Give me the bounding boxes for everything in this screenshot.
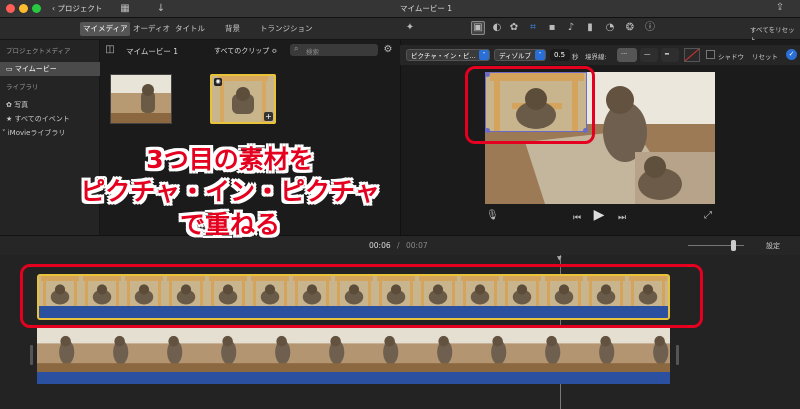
tab-titles[interactable]: タイトル: [172, 22, 208, 36]
tab-my-media[interactable]: マイメディア: [80, 22, 131, 36]
timeline-right-edge: [676, 345, 679, 365]
next-icon[interactable]: ⏭: [617, 212, 627, 224]
previous-icon[interactable]: ⏮: [572, 212, 582, 224]
microphone-icon[interactable]: 🎙: [486, 210, 499, 222]
overlay-mode-select[interactable]: ピクチャ・イン・ピ… ˅: [406, 49, 490, 61]
add-clip-icon[interactable]: +: [264, 112, 273, 121]
filmstrip-frame: [307, 328, 361, 372]
annotation-line-3: で重ねる: [179, 210, 280, 239]
tab-transitions[interactable]: トランジション: [257, 22, 316, 36]
border-dotted-button[interactable]: ···: [617, 48, 637, 62]
photos-icon: ✿: [6, 101, 15, 109]
close-window-button[interactable]: [6, 4, 15, 13]
info-icon[interactable]: ⓘ: [644, 22, 656, 34]
minimize-window-button[interactable]: [19, 4, 28, 13]
back-to-projects-button[interactable]: ‹ プロジェクト: [52, 3, 102, 15]
filmstrip-frame: [145, 328, 199, 372]
duration-unit: 秒: [572, 53, 579, 61]
section-library: ライブラリ: [6, 83, 39, 91]
overlay-clip-highlight-box: [20, 264, 703, 328]
magic-wand-icon[interactable]: ✦: [404, 22, 416, 34]
color-correction-icon[interactable]: ✿: [508, 22, 520, 34]
fullscreen-icon[interactable]: ⤢: [702, 210, 714, 222]
play-icon[interactable]: ▶: [592, 208, 606, 222]
chevron-down-icon: ˅: [535, 50, 545, 60]
search-icon: ⌕: [294, 44, 299, 53]
annotation-line-2: ピクチャ・イン・ピクチャ: [80, 177, 380, 206]
duration-field[interactable]: 0.5: [550, 49, 570, 61]
clip-filter-icon[interactable]: ❂: [624, 22, 636, 34]
stabilization-icon[interactable]: ▪: [546, 22, 558, 34]
title-bar: ‹ プロジェクト ▦ ↓ マイムービー 1 ⇪: [0, 0, 800, 18]
filmstrip-frame: [91, 328, 145, 372]
annotation-line-1: 3つ目の素材を: [146, 145, 314, 174]
main-clip[interactable]: [37, 328, 670, 384]
camera-icon: ◉: [214, 78, 222, 86]
timeline-left-edge: [30, 345, 33, 365]
section-project-media: プロジェクトメディア: [6, 47, 71, 55]
no-color-icon: [684, 48, 700, 62]
noise-reduction-icon[interactable]: ▮: [584, 22, 596, 34]
tab-audio[interactable]: オーディオ: [130, 22, 173, 36]
window-title: マイムービー 1: [400, 4, 453, 13]
media-import-icon[interactable]: ▦: [118, 3, 132, 15]
transition-select[interactable]: ディゾルブ ˅: [494, 49, 546, 61]
timeline: ▼: [0, 255, 800, 409]
speed-icon[interactable]: ◔: [604, 22, 616, 34]
reset-button[interactable]: リセット: [752, 51, 778, 61]
sidebar-item-photos[interactable]: ✿ 写真: [0, 98, 100, 112]
clip-thumbnail-2[interactable]: ◉ +: [210, 74, 276, 124]
browser-settings-icon[interactable]: ⚙: [382, 44, 394, 56]
media-tabs-bar: マイメディア オーディオ タイトル 背景 トランジション: [0, 18, 400, 40]
download-arrow-icon[interactable]: ↓: [156, 3, 166, 15]
volume-icon[interactable]: ♪: [565, 22, 577, 34]
video-overlay-icon[interactable]: ▣: [471, 21, 485, 35]
chevron-down-icon: ˅: [479, 50, 489, 60]
cat-photo-image: [111, 75, 171, 123]
shadow-checkbox[interactable]: [706, 50, 715, 59]
filmstrip-frame: [37, 328, 91, 372]
pip-highlight-box: [465, 66, 595, 144]
zoom-window-button[interactable]: [32, 4, 41, 13]
filmstrip-frame: [253, 328, 307, 372]
clip-filter-select[interactable]: すべてのクリップ ≎: [214, 46, 277, 56]
search-field[interactable]: ⌕ 検索: [290, 44, 378, 56]
filmstrip-frame: [361, 328, 415, 372]
sidebar-item-my-movie[interactable]: ▭ マイムービー: [0, 62, 100, 76]
filmstrip-frame: [577, 328, 631, 372]
filmstrip-frame: [199, 328, 253, 372]
share-icon[interactable]: ⇪: [774, 2, 786, 14]
adjustments-toolbar: ✦ ▣ ◐ ✿ ⌗ ▪ ♪ ▮ ◔ ❂ ⓘ すべてをリセット: [400, 18, 800, 44]
filmstrip-frame: [469, 328, 523, 372]
film-icon: ▭: [6, 65, 15, 73]
main-filmstrip: [37, 328, 670, 372]
star-icon: ★: [6, 115, 15, 123]
apply-checkmark-icon[interactable]: ✓: [786, 49, 797, 60]
search-placeholder: 検索: [306, 48, 319, 56]
shadow-label: シャドウ: [718, 53, 744, 61]
tab-backgrounds[interactable]: 背景: [222, 22, 243, 36]
border-label: 境界線:: [585, 53, 607, 61]
playhead-marker-icon: ▼: [557, 255, 562, 262]
filmstrip-frame: [523, 328, 577, 372]
main-audio-track: [37, 372, 670, 384]
clip-thumbnail-1[interactable]: [110, 74, 172, 124]
filmstrip-frame: [415, 328, 469, 372]
overlay-settings-bar: ピクチャ・イン・ピ… ˅ ディゾルブ ˅ 0.5 秒 境界線: ··· — ━ …: [400, 45, 800, 65]
settings-button[interactable]: 設定: [766, 241, 780, 251]
sidebar-item-all-events[interactable]: ★ すべてのイベント: [0, 112, 100, 126]
border-thick-button[interactable]: ━: [661, 48, 679, 62]
border-color-well[interactable]: [684, 48, 700, 62]
zoom-slider-knob[interactable]: [731, 240, 736, 251]
current-time: 00:06: [369, 241, 391, 250]
color-balance-icon[interactable]: ◐: [491, 22, 503, 34]
sidebar-toggle-icon[interactable]: ◫: [104, 44, 116, 56]
filmstrip-frame: [631, 328, 670, 372]
time-separator: /: [397, 241, 400, 250]
browser-project-title: マイムービー 1: [126, 47, 179, 56]
crop-icon[interactable]: ⌗: [527, 22, 539, 34]
total-time: 00:07: [406, 241, 428, 250]
sidebar-item-imovie-library[interactable]: ˅ iMovieライブラリ: [0, 126, 100, 140]
border-thin-button[interactable]: —: [640, 48, 658, 62]
